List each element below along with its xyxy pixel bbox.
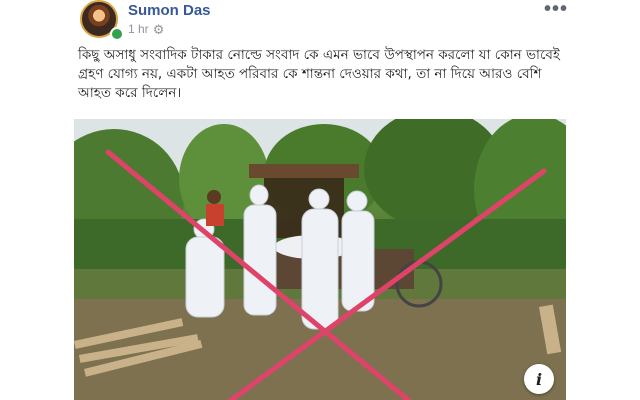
post-meta: 1 hr ⚙ [128,22,164,36]
facebook-post-card: Sumon Das 1 hr ⚙ ••• কিছু অসাধু সংবাদিক … [64,0,576,400]
author-name-link[interactable]: Sumon Das [128,2,211,19]
gear-icon: ⚙ [152,21,165,37]
post-body-text: কিছু অসাধু সংবাদিক টাকার নোল্ডে সংবাদ কে… [78,47,560,101]
post-photo[interactable]: i [74,119,566,400]
post-timestamp[interactable]: 1 hr [128,22,149,36]
info-icon[interactable]: i [524,364,554,394]
online-status-dot [110,27,124,41]
photo-shed-roof [249,164,359,178]
photo-scene [74,119,566,400]
more-options-button[interactable]: ••• [544,0,568,21]
photo-bystander [207,190,221,204]
